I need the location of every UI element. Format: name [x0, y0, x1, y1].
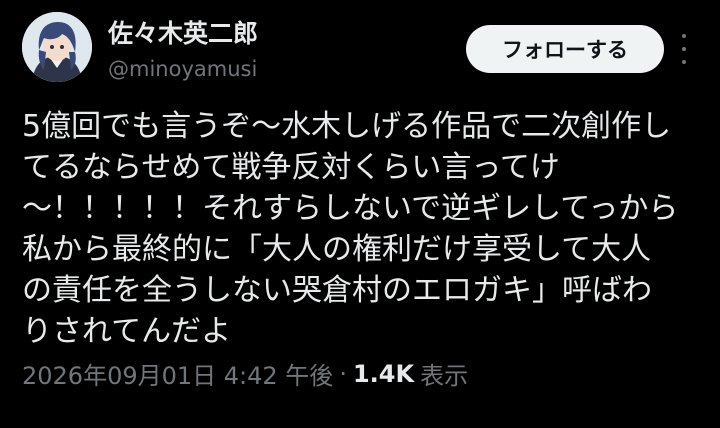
more-icon-dot: [682, 47, 686, 51]
avatar-illustration: [22, 12, 92, 82]
views-count: 1.4K: [352, 359, 415, 388]
tweet-text-line: りされてんだよ: [22, 314, 232, 349]
more-icon-dot: [682, 34, 686, 38]
avatar[interactable]: [22, 12, 92, 82]
views-label: 表示: [420, 362, 469, 390]
tweet-text-line: 〜！！！！！それすらしないで逆ギレしてっから: [22, 191, 679, 226]
more-icon-dot: [682, 60, 686, 64]
meta-separator: ·: [339, 359, 347, 388]
display-name[interactable]: 佐々木英二郎: [108, 14, 258, 50]
tweet-text-line: 私から最終的に「大人の権利だけ享受して大人: [22, 232, 652, 267]
tweet-timestamp[interactable]: 2026年09月01日 4:42 午後: [22, 356, 333, 391]
tweet-text: 5億回でも言うぞ〜水木しげる作品で二次創作し てるならせめて戦争反対くらい言って…: [22, 106, 698, 352]
follow-button[interactable]: フォローする: [466, 25, 664, 73]
user-handle[interactable]: @minoyamusi: [108, 57, 257, 81]
tweet-text-line: 5億回でも言うぞ〜水木しげる作品で二次創作し: [22, 109, 672, 144]
more-vertical-icon[interactable]: [676, 34, 692, 64]
tweet-meta: 2026年09月01日 4:42 午後 · 1.4K 表示: [22, 356, 468, 391]
tweet-text-line: の責任を全うしない哭倉村のエロガキ」呼ばわ: [22, 273, 652, 308]
tweet-text-line: てるならせめて戦争反対くらい言ってけ: [22, 150, 560, 185]
